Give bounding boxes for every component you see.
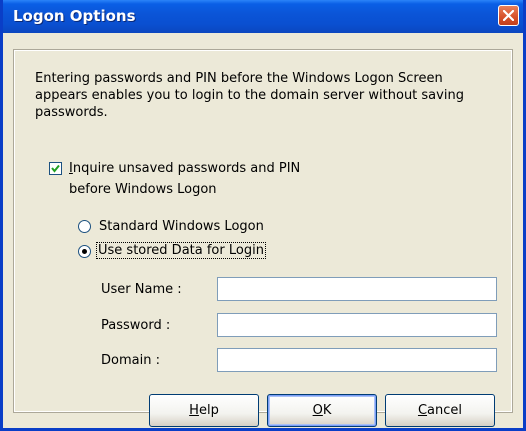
help-button[interactable]: Help: [149, 394, 259, 427]
inquire-label-rest: nquire unsaved passwords and PIN: [72, 161, 301, 176]
radio-use-stored-data-label[interactable]: Use stored Data for Login: [96, 242, 266, 259]
title-bar[interactable]: Logon Options: [3, 0, 523, 33]
help-label-rest: elp: [198, 403, 219, 418]
radio-standard-windows-logon-label[interactable]: Standard Windows Logon: [99, 219, 264, 234]
inquire-passwords-checkbox[interactable]: [49, 162, 62, 175]
domain-input[interactable]: [217, 348, 497, 372]
username-label: User Name :: [101, 282, 182, 297]
domain-label: Domain :: [101, 353, 160, 368]
ok-label-rest: K: [322, 403, 332, 418]
radio-standard-windows-logon[interactable]: [78, 220, 91, 233]
description-text: Entering passwords and PIN before the Wi…: [35, 71, 464, 120]
radio-use-stored-data[interactable]: [78, 245, 91, 258]
cancel-button[interactable]: Cancel: [385, 394, 495, 427]
close-button[interactable]: [498, 5, 519, 26]
cancel-label-rest: ancel: [427, 403, 463, 418]
ok-accesskey: O: [312, 403, 323, 418]
ok-button[interactable]: OK: [267, 394, 377, 427]
username-input[interactable]: [217, 277, 497, 301]
checkmark-icon: [51, 164, 60, 173]
cancel-accesskey: C: [417, 403, 428, 418]
help-accesskey: H: [189, 403, 199, 418]
close-icon: [503, 10, 514, 21]
window-title: Logon Options: [13, 7, 136, 25]
password-input[interactable]: [217, 313, 497, 337]
password-label: Password :: [101, 318, 171, 333]
radio-selected-dot: [82, 249, 87, 254]
inquire-passwords-label[interactable]: Inquire unsaved passwords and PIN: [69, 161, 300, 176]
inquire-passwords-label-line2: before Windows Logon: [69, 182, 217, 197]
